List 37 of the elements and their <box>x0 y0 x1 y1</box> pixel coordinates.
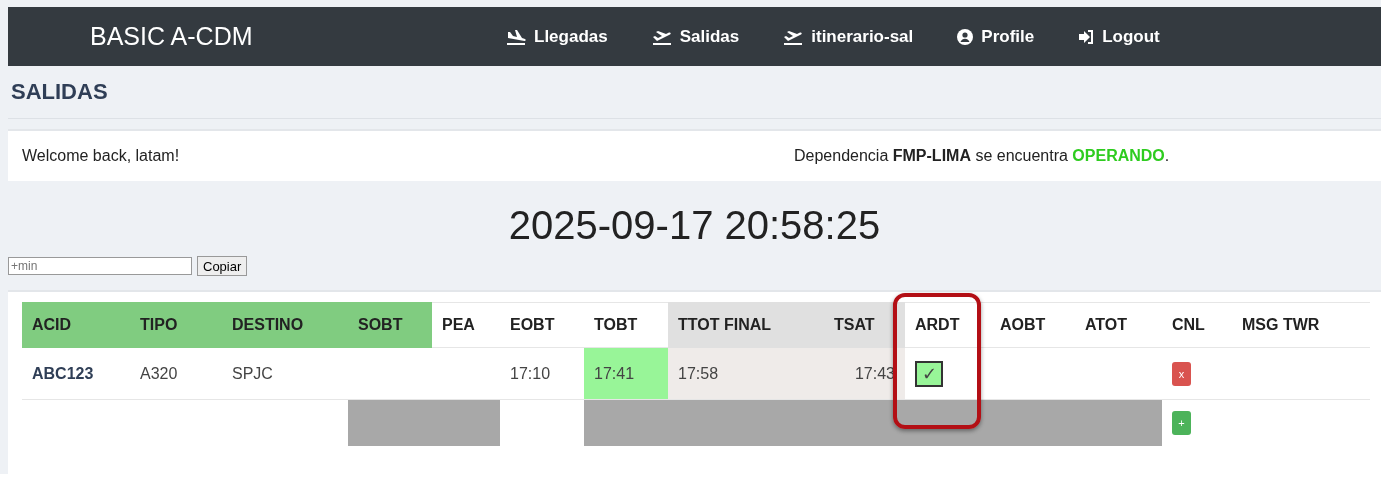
status-message: Dependencia FMP-LIMA se encuentra OPERANDO. <box>794 147 1170 165</box>
nav-link[interactable]: Salidas <box>651 26 740 47</box>
column-header: TSAT <box>824 302 905 348</box>
cancel-button[interactable]: x <box>1172 361 1191 386</box>
user-icon <box>957 28 974 45</box>
table-cell: A320 <box>130 348 222 400</box>
column-header: DESTINO <box>222 302 348 348</box>
plane-takeoff-icon <box>783 28 804 45</box>
column-header: TTOT FINAL <box>668 302 824 348</box>
nav-link[interactable]: itinerario-sal <box>783 26 914 47</box>
plane-takeoff-icon <box>651 28 672 45</box>
logout-icon <box>1078 29 1095 44</box>
nav-link[interactable]: Profile <box>957 26 1035 47</box>
nav-link[interactable]: Llegadas <box>506 26 608 47</box>
column-header: ATOT <box>1075 302 1162 348</box>
table-cell: 17:58 <box>668 348 824 400</box>
copy-button[interactable]: Copiar <box>197 256 248 276</box>
clock: 2025-09-17 20:58:25 <box>507 203 882 247</box>
brand-title[interactable]: BASIC A-CDM <box>90 22 506 51</box>
column-header: AOBT <box>990 302 1075 348</box>
welcome-message: Welcome back, latam! <box>22 147 181 165</box>
column-header: TIPO <box>130 302 222 348</box>
table-cell: ABC123 <box>22 348 130 400</box>
plane-landing-icon <box>506 28 526 45</box>
input-field[interactable]: +min <box>8 257 192 275</box>
column-header: SOBT <box>348 302 432 348</box>
page-title: SALIDAS <box>11 79 108 105</box>
column-header: ACID <box>22 302 130 348</box>
table-cell: 17:41 <box>584 348 668 400</box>
column-header: EOBT <box>500 302 584 348</box>
checkbox[interactable]: ✓ <box>915 360 943 387</box>
column-header: CNL <box>1162 302 1232 348</box>
column-header: MSG TWR <box>1232 302 1370 348</box>
table-cell: SPJC <box>222 348 348 400</box>
blocked-cell <box>432 400 500 446</box>
column-header: PEA <box>432 302 500 348</box>
nav-link[interactable]: Logout <box>1078 26 1160 47</box>
